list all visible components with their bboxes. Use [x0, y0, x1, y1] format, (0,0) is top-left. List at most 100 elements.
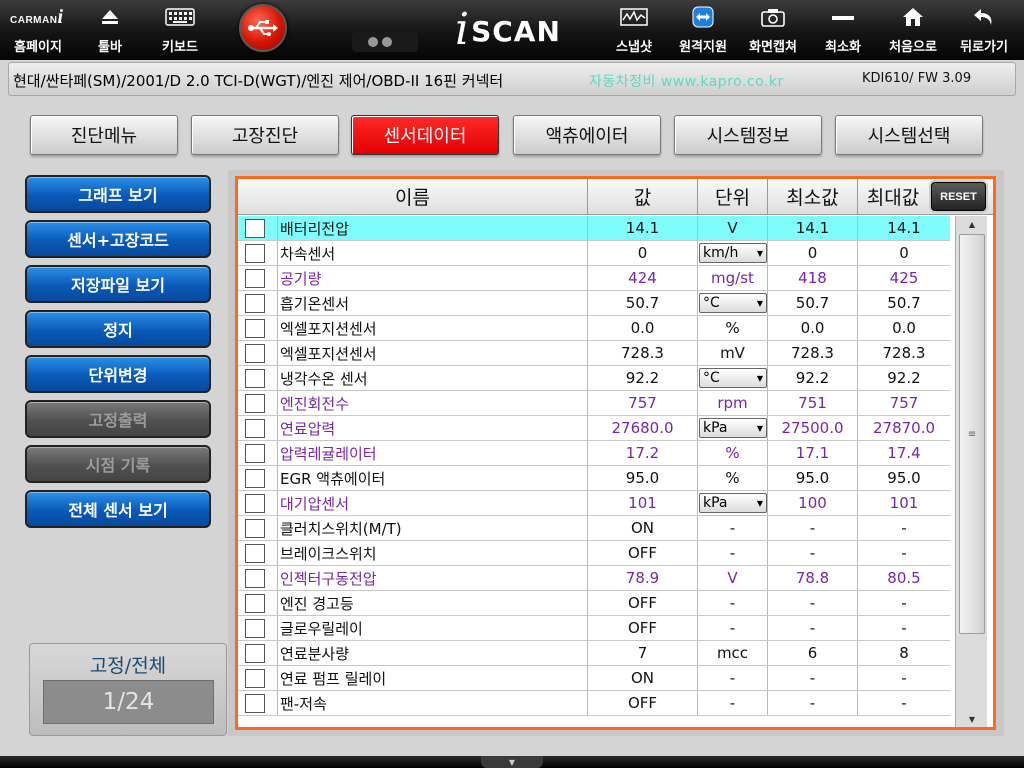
cell-min: 728.3 — [768, 341, 858, 365]
scroll-up-arrow-icon[interactable]: ▲ — [956, 216, 988, 232]
table-row[interactable]: 브레이크스위치 OFF - - - — [238, 541, 950, 566]
cell-unit: - — [729, 544, 736, 562]
scroll-thumb[interactable]: ≡ — [959, 234, 985, 634]
table-row[interactable]: 차속센서 0 km/h ▼ 0 0 — [238, 241, 950, 266]
cell-name: 대기압센서 — [278, 491, 588, 515]
toolbar-keyboard-button[interactable]: 키보드 — [150, 0, 210, 60]
unit-dropdown-value: kPa — [703, 495, 728, 511]
toolbar-back-button[interactable]: 뒤로가기 — [952, 0, 1016, 60]
table-row[interactable]: 냉각수온 센서 92.2 °C ▼ 92.2 92.2 — [238, 366, 950, 391]
row-checkbox[interactable] — [245, 594, 265, 613]
unit-dropdown[interactable]: kPa ▼ — [699, 493, 767, 513]
cell-max: 17.4 — [887, 444, 921, 462]
row-checkbox[interactable] — [245, 294, 265, 313]
table-row[interactable]: 클러치스위치(M/T) ON - - - — [238, 516, 950, 541]
cell-name: 인젝터구동전압 — [278, 566, 588, 590]
row-checkbox[interactable] — [245, 569, 265, 588]
status-dot — [368, 37, 378, 47]
table-row[interactable]: 인젝터구동전압 78.9 V 78.8 80.5 — [238, 566, 950, 591]
tab-system-info[interactable]: 시스템정보 — [674, 115, 822, 155]
unit-change-button[interactable]: 단위변경 — [25, 355, 211, 393]
table-row[interactable]: 배터리전압 14.1 V 14.1 14.1 — [238, 216, 950, 241]
sensor-fault-code-button[interactable]: 센서+고장코드 — [25, 220, 211, 258]
row-checkbox[interactable] — [245, 544, 265, 563]
cell-min: - — [768, 616, 858, 640]
table-row[interactable]: 엑셀포지션센서 728.3 mV 728.3 728.3 — [238, 341, 950, 366]
tab-diagnosis-menu[interactable]: 진단메뉴 — [30, 115, 178, 155]
cell-max: 80.5 — [887, 569, 921, 587]
tab-fault-diagnosis[interactable]: 고장진단 — [191, 115, 339, 155]
toolbar-minimize-button[interactable]: 최소화 — [814, 0, 872, 60]
row-checkbox[interactable] — [245, 444, 265, 463]
toolbar-toolbar-button[interactable]: 툴바 — [80, 0, 140, 60]
table-row[interactable]: 엔진 경고등 OFF - - - — [238, 591, 950, 616]
table-row[interactable]: 엑셀포지션센서 0.0% 0.0 0.0 — [238, 316, 950, 341]
unit-dropdown[interactable]: km/h ▼ — [699, 243, 767, 263]
home-icon — [902, 6, 924, 28]
unit-dropdown[interactable]: °C ▼ — [699, 368, 767, 388]
table-row[interactable]: 엔진회전수 757 rpm 751 757 — [238, 391, 950, 416]
table-row[interactable]: 연료분사량 7 mcc 6 8 — [238, 641, 950, 666]
chevron-down-icon: ▼ — [756, 248, 763, 258]
toolbar-start-over-button[interactable]: 처음으로 — [882, 0, 944, 60]
table-row[interactable]: 공기량 424 mg/st 418 425 — [238, 266, 950, 291]
all-sensors-view-button[interactable]: 전체 센서 보기 — [25, 490, 211, 528]
toolbar-label: 키보드 — [162, 40, 198, 55]
remote-support-icon — [692, 6, 714, 28]
usb-connection-button[interactable] — [239, 4, 287, 52]
minimize-icon — [831, 6, 855, 28]
table-row[interactable]: 글로우릴레이 OFF - - - — [238, 616, 950, 641]
cell-max: 50.7 — [887, 294, 921, 312]
row-checkbox[interactable] — [245, 269, 265, 288]
row-checkbox[interactable] — [245, 494, 265, 513]
timepoint-record-button[interactable]: 시점 기록 — [25, 445, 211, 483]
fixed-output-button[interactable]: 고정출력 — [25, 400, 211, 438]
cell-max: 27870.0 — [872, 419, 936, 437]
cell-unit: - — [729, 694, 736, 712]
unit-dropdown[interactable]: kPa ▼ — [699, 418, 767, 438]
row-checkbox[interactable] — [245, 394, 265, 413]
table-row[interactable]: 팬-저속 OFF - - - — [238, 691, 950, 716]
tab-actuator[interactable]: 액츄에이터 — [513, 115, 661, 155]
unit-dropdown-value: °C — [703, 370, 720, 386]
cell-unit-container: °C ▼ — [698, 366, 768, 390]
toolbar-label: 홈페이지 — [14, 40, 62, 55]
company-website: 자동차정비 www.kapro.co.kr — [589, 74, 784, 90]
toolbar-screen-capture-button[interactable]: 화면캡쳐 — [742, 0, 804, 60]
reset-button[interactable]: RESET — [931, 182, 986, 211]
table-row[interactable]: 대기압센서 101 kPa ▼ 100 101 — [238, 491, 950, 516]
stop-button[interactable]: 정지 — [25, 310, 211, 348]
graph-view-button[interactable]: 그래프 보기 — [25, 175, 211, 213]
table-scrollbar[interactable]: ▲ ≡ ▼ — [955, 216, 987, 727]
table-row[interactable]: 연료 펌프 릴레이 ON - - - — [238, 666, 950, 691]
table-row[interactable]: 흡기온센서 50.7 °C ▼ 50.7 50.7 — [238, 291, 950, 316]
row-checkbox[interactable] — [245, 694, 265, 713]
table-row[interactable]: EGR 액츄에이터 95.0% 95.0 95.0 — [238, 466, 950, 491]
toolbar-snapshot-button[interactable]: 스냅샷 — [606, 0, 662, 60]
scroll-down-arrow-icon[interactable]: ▼ — [956, 711, 988, 727]
row-checkbox[interactable] — [245, 644, 265, 663]
row-checkbox[interactable] — [245, 369, 265, 388]
toolbar-remote-support-button[interactable]: 원격지원 — [672, 0, 734, 60]
row-checkbox[interactable] — [245, 669, 265, 688]
row-checkbox[interactable] — [245, 619, 265, 638]
cell-unit: % — [725, 444, 740, 462]
row-checkbox[interactable] — [245, 319, 265, 338]
saved-file-view-button[interactable]: 저장파일 보기 — [25, 265, 211, 303]
toolbar-home-page-button[interactable]: CARMANi 홈페이지 — [0, 0, 76, 60]
row-checkbox[interactable] — [245, 344, 265, 363]
row-checkbox[interactable] — [245, 244, 265, 263]
table-row[interactable]: 연료압력 27680.0 kPa ▼ 27500.0 27870.0 — [238, 416, 950, 441]
tab-sensor-data[interactable]: 센서데이터 — [351, 115, 499, 155]
row-checkbox[interactable] — [245, 519, 265, 538]
cell-name: 압력레귤레이터 — [278, 441, 588, 465]
tab-system-select[interactable]: 시스템선택 — [835, 115, 983, 155]
row-checkbox[interactable] — [245, 219, 265, 238]
unit-dropdown[interactable]: °C ▼ — [699, 293, 767, 313]
row-checkbox[interactable] — [245, 419, 265, 438]
bottom-drawer-handle[interactable]: ▼ — [481, 756, 543, 768]
row-checkbox[interactable] — [245, 469, 265, 488]
chevron-down-icon: ▼ — [756, 423, 763, 433]
cell-name: 브레이크스위치 — [278, 541, 588, 565]
table-row[interactable]: 압력레귤레이터 17.2% 17.1 17.4 — [238, 441, 950, 466]
